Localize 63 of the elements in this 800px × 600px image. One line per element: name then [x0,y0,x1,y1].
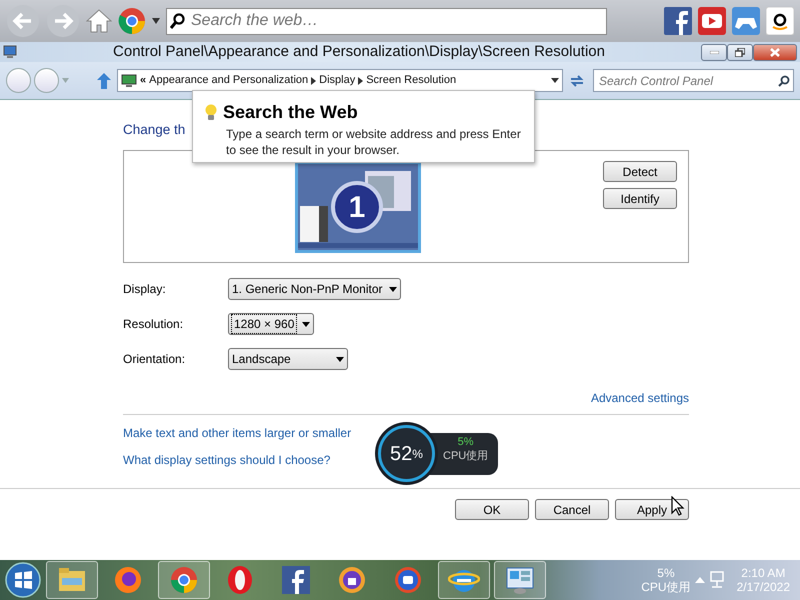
search-icon [778,74,790,86]
address-bar[interactable]: « Appearance and Personalization Display Screen Resolution [117,69,563,92]
search-field[interactable]: Search Control Panel [593,69,794,92]
taskbar-button[interactable] [494,561,546,599]
forward-button[interactable] [34,68,59,93]
search-icon [170,13,186,29]
breadcrumb-item[interactable]: Appearance and Personalization [149,72,308,89]
refresh-button[interactable] [569,74,585,88]
separator-arrow-icon[interactable] [311,76,316,84]
caret-icon [336,356,344,362]
field-label: Orientation: [123,351,186,368]
gamepad-icon[interactable] [732,7,760,35]
breadcrumb-overflow[interactable]: « [140,72,146,89]
home-icon[interactable] [86,9,112,33]
monitor-button[interactable]: Detect [603,161,677,182]
minimize-icon [710,50,718,54]
page-heading: Change th [123,122,186,137]
dropdown[interactable]: 1280 × 960 [228,313,314,335]
minimize-button[interactable] [701,44,727,60]
separator-arrow-icon[interactable] [358,76,364,84]
close-button[interactable] [753,44,797,60]
caret-icon[interactable] [152,18,160,24]
cpu-usage-text: 5% CPU使用 [641,566,691,594]
cpu-usage-panel: 5% CPU使用 [429,432,498,474]
window-title: Control Panel\Appearance and Personalization\Display\Screen Resolution [112,42,606,62]
caret-icon [302,322,310,326]
chrome-icon [168,564,200,596]
lightbulb-icon [205,104,217,121]
apply-button[interactable]: Apply [615,499,689,520]
close-icon [770,48,780,56]
caret-icon [388,286,397,292]
help-link[interactable]: Make text and other items larger or smaller [123,424,352,442]
taskbar-button[interactable] [438,561,490,599]
video-play-icon[interactable] [698,7,726,35]
advanced-settings-link[interactable]: Advanced settings [590,389,689,407]
back-button[interactable] [6,68,31,93]
facebook-icon [280,564,312,596]
caret-icon[interactable] [551,78,559,83]
monitor-icon [121,74,137,88]
breadcrumb-item[interactable]: Display [319,72,356,89]
cancel-button[interactable]: Cancel [535,499,609,520]
facebook-icon[interactable] [664,7,692,35]
monitor-button[interactable]: Identify [603,188,677,209]
taskbar-button[interactable] [158,561,210,599]
field-label: Display: [123,281,167,298]
dropdown[interactable]: 1. Generic Non-PnP Monitor [228,278,401,300]
restore-icon [735,48,745,56]
cursor-icon [671,496,685,516]
memory-usage-meter: 52% [378,425,435,482]
tooltip-title: Search the Web [223,101,358,124]
chrome-icon[interactable] [118,7,146,35]
up-arrow-icon[interactable] [97,72,111,88]
breadcrumb-item[interactable]: Screen Resolution [366,72,456,89]
tooltip-text: Type a search term or website address and press Enter to see the result in your browser. [226,126,522,158]
ok-button[interactable]: OK [455,499,529,520]
maximize-button[interactable] [727,44,753,60]
refresh-icon [569,74,585,88]
start-orb-icon[interactable] [4,561,42,599]
help-link[interactable]: What display settings should I choose? [123,451,330,469]
search-input[interactable]: Search Control Panel [597,70,778,90]
field-label: Resolution: [123,316,184,333]
dropdown[interactable]: Landscape [228,348,348,370]
window-icon [3,45,17,59]
